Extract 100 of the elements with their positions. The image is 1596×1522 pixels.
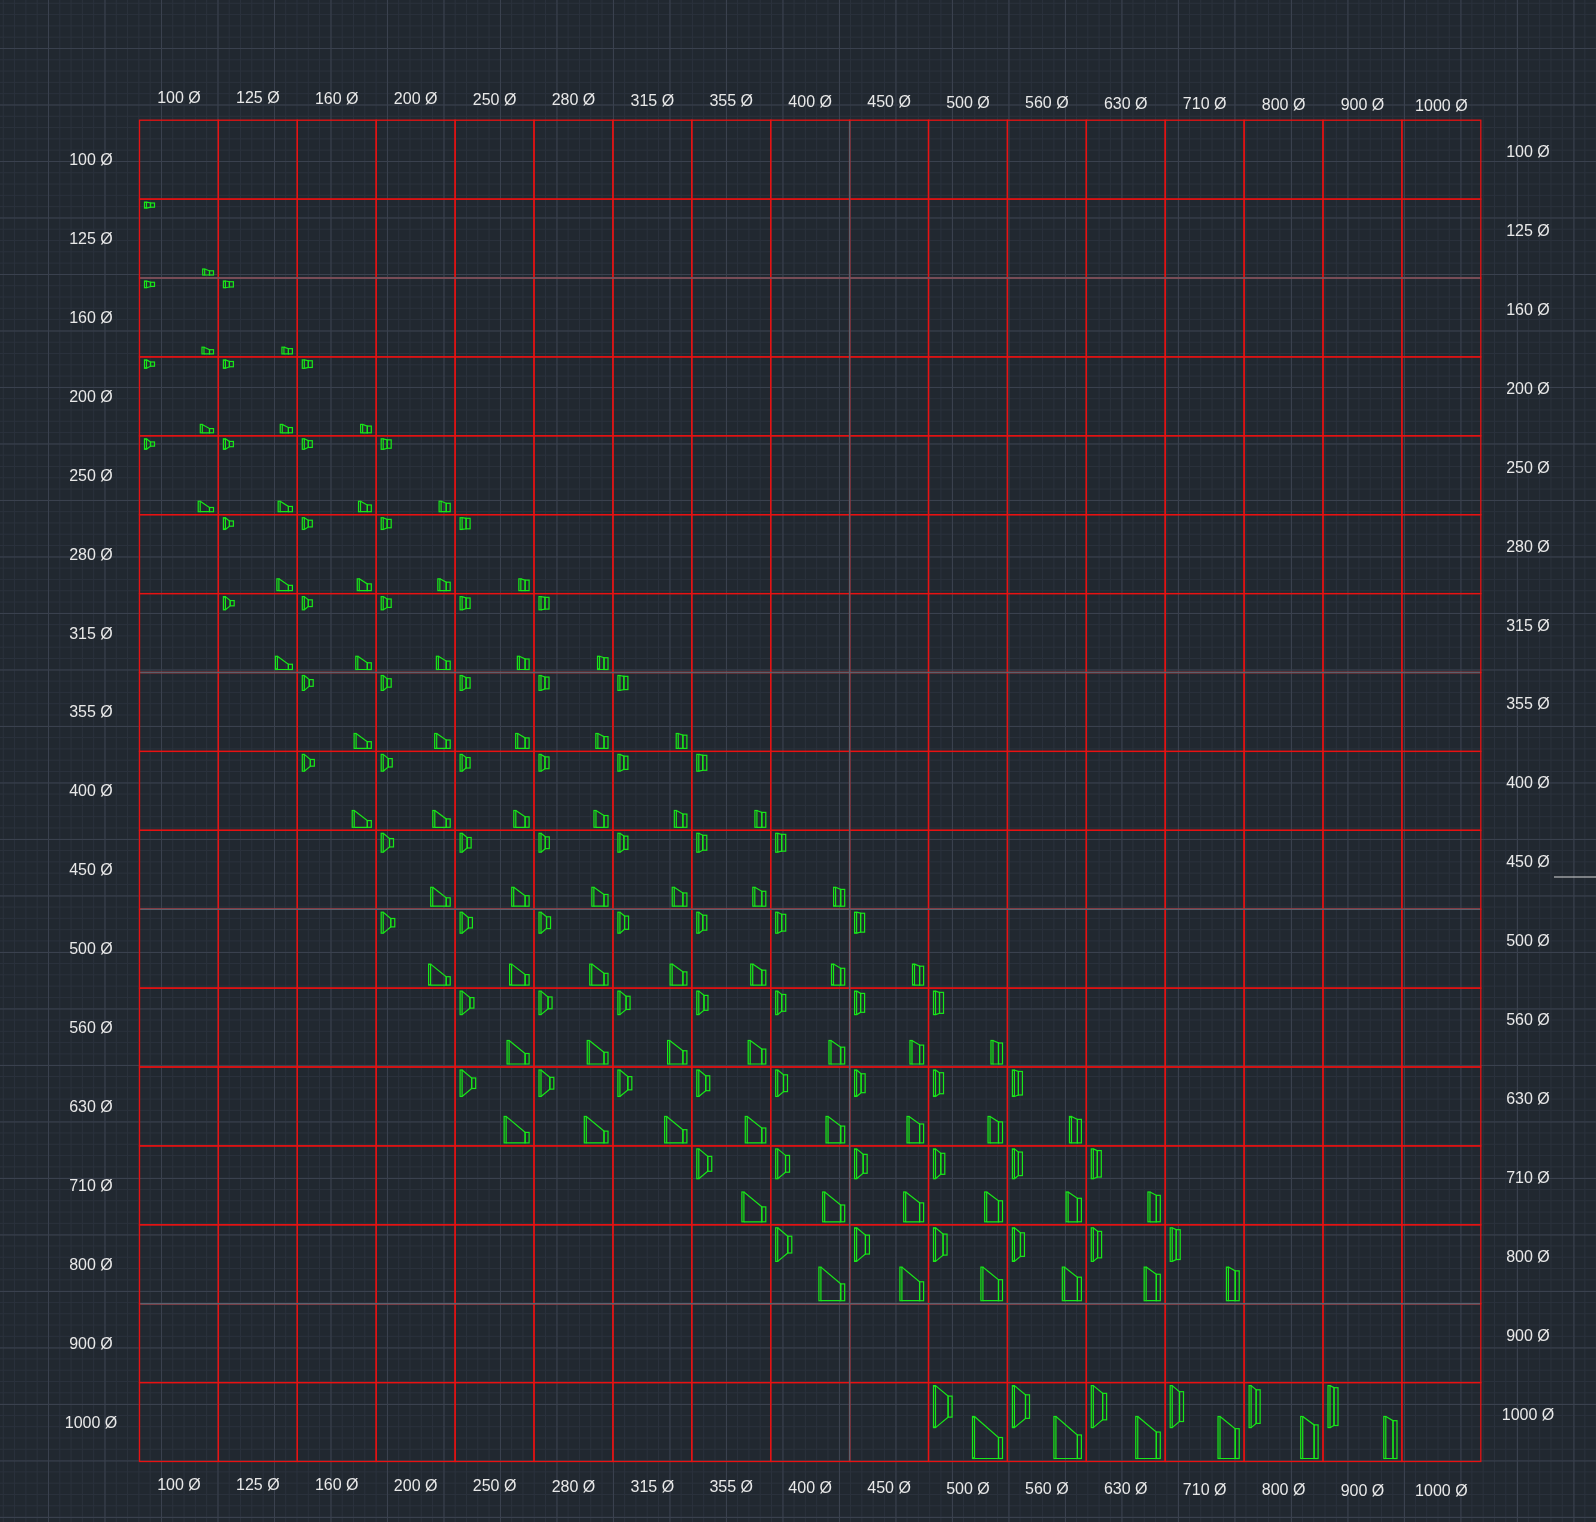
concentric-reducer-drawing <box>301 359 313 369</box>
eccentric-reducer-drawing <box>741 1191 767 1223</box>
concentric-reducer-drawing <box>932 1385 953 1429</box>
eccentric-reducer-drawing <box>671 886 688 907</box>
concentric-reducer-drawing <box>854 1069 866 1098</box>
row-label: 900 Ø <box>1506 1326 1550 1344</box>
eccentric-reducer-drawing <box>830 963 846 986</box>
row-label: 800 Ø <box>69 1255 113 1273</box>
row-label: 710 Ø <box>69 1176 113 1194</box>
concentric-reducer-drawing <box>775 911 787 934</box>
eccentric-reducer-drawing <box>1383 1415 1398 1460</box>
concentric-reducer-drawing <box>617 990 631 1016</box>
concentric-reducer-drawing <box>301 674 314 691</box>
row-label: 630 Ø <box>1506 1089 1550 1107</box>
eccentric-reducer-drawing <box>430 886 451 907</box>
row-label: 560 Ø <box>1506 1011 1550 1029</box>
row-label: 900 Ø <box>69 1334 113 1352</box>
column-label: 200 Ø <box>393 1476 438 1494</box>
concentric-reducer-drawing <box>1169 1385 1185 1429</box>
row-label: 450 Ø <box>69 861 113 879</box>
row-label: 710 Ø <box>1506 1168 1550 1186</box>
eccentric-reducer-drawing <box>506 1039 530 1065</box>
column-label: 560 Ø <box>1025 94 1069 111</box>
eccentric-reducer-drawing <box>513 809 530 828</box>
concentric-reducer-drawing <box>538 753 550 772</box>
concentric-reducer-drawing <box>538 832 550 853</box>
column-label: 355 Ø <box>709 1478 754 1496</box>
concentric-reducer-drawing <box>617 832 629 853</box>
eccentric-reducer-drawing <box>583 1115 609 1144</box>
eccentric-reducer-drawing <box>990 1039 1004 1065</box>
concentric-reducer-drawing <box>932 1148 946 1180</box>
eccentric-reducer-drawing <box>595 732 609 749</box>
concentric-reducer-drawing <box>459 674 471 691</box>
row-label: 315 Ø <box>69 624 113 642</box>
concentric-reducer-drawing <box>775 1148 791 1180</box>
eccentric-reducer-drawing <box>673 809 688 828</box>
eccentric-reducer-drawing <box>833 886 846 907</box>
concentric-reducer-drawing <box>696 1148 713 1180</box>
eccentric-reducer-drawing <box>434 732 451 749</box>
concentric-reducer-drawing <box>1011 1385 1031 1429</box>
row-label: 100 Ø <box>1506 143 1550 161</box>
column-label: 800 Ø <box>1261 95 1306 113</box>
concentric-reducer-drawing <box>538 990 553 1016</box>
concentric-reducer-drawing <box>775 990 787 1016</box>
eccentric-reducer-drawing <box>752 886 767 907</box>
eccentric-reducer-drawing <box>274 655 293 671</box>
concentric-reducer-drawing <box>696 990 709 1016</box>
eccentric-reducer-drawing <box>516 655 530 671</box>
concentric-reducer-drawing <box>222 438 234 450</box>
column-label: 125 Ø <box>236 89 280 106</box>
concentric-reducer-drawing <box>775 1227 793 1262</box>
column-label: 450 Ø <box>867 1479 911 1497</box>
row-label: 355 Ø <box>1506 695 1550 713</box>
concentric-reducer-drawing <box>1169 1227 1181 1262</box>
row-label: 125 Ø <box>69 230 113 248</box>
row-label: 450 Ø <box>1506 853 1550 871</box>
concentric-reducer-drawing <box>380 438 392 450</box>
row-label: 560 Ø <box>69 1019 113 1037</box>
eccentric-reducer-drawing <box>437 578 451 592</box>
concentric-reducer-drawing <box>1248 1385 1261 1429</box>
concentric-reducer-drawing <box>222 517 234 531</box>
concentric-reducer-drawing <box>459 990 475 1016</box>
column-label: 630 Ø <box>1103 94 1148 112</box>
column-label: 630 Ø <box>1103 1480 1148 1498</box>
column-label: 400 Ø <box>788 1478 832 1496</box>
eccentric-reducer-drawing <box>1225 1266 1240 1302</box>
eccentric-reducer-drawing <box>1135 1415 1161 1460</box>
concentric-reducer-drawing <box>538 1069 555 1098</box>
concentric-reducer-drawing <box>380 517 392 531</box>
concentric-reducer-drawing <box>222 359 234 369</box>
row-label: 315 Ø <box>1506 616 1550 634</box>
eccentric-reducer-drawing <box>664 1115 688 1144</box>
concentric-reducer-drawing <box>143 438 156 450</box>
column-label: 1000 Ø <box>1415 96 1468 114</box>
column-label: 250 Ø <box>472 1477 517 1495</box>
row-label: 400 Ø <box>69 782 113 800</box>
concentric-reducer-drawing <box>380 596 392 611</box>
concentric-reducer-drawing <box>380 911 396 934</box>
eccentric-reducer-drawing <box>825 1115 846 1144</box>
concentric-reducer-drawing <box>617 1069 633 1098</box>
concentric-reducer-drawing <box>617 911 630 934</box>
concentric-reducer-drawing <box>538 596 550 611</box>
row-label: 100 Ø <box>69 151 113 169</box>
concentric-reducer-drawing <box>1011 1227 1026 1262</box>
concentric-reducer-drawing <box>143 280 156 289</box>
eccentric-reducer-drawing <box>971 1415 1004 1460</box>
row-label: 200 Ø <box>1506 379 1550 397</box>
eccentric-reducer-drawing <box>818 1266 846 1302</box>
eccentric-reducer-drawing <box>909 1039 925 1065</box>
concentric-reducer-drawing <box>143 359 156 369</box>
eccentric-reducer-drawing <box>906 1115 925 1144</box>
row-label: 500 Ø <box>69 940 113 958</box>
concentric-reducer-drawing <box>222 596 235 611</box>
eccentric-reducer-drawing <box>675 732 688 749</box>
row-label: 400 Ø <box>1506 774 1550 792</box>
column-label: 400 Ø <box>788 92 832 110</box>
column-label: 100 Ø <box>157 1475 201 1493</box>
concentric-reducer-drawing <box>222 280 234 289</box>
column-label: 315 Ø <box>630 91 675 109</box>
concentric-reducer-drawing <box>696 1069 711 1098</box>
